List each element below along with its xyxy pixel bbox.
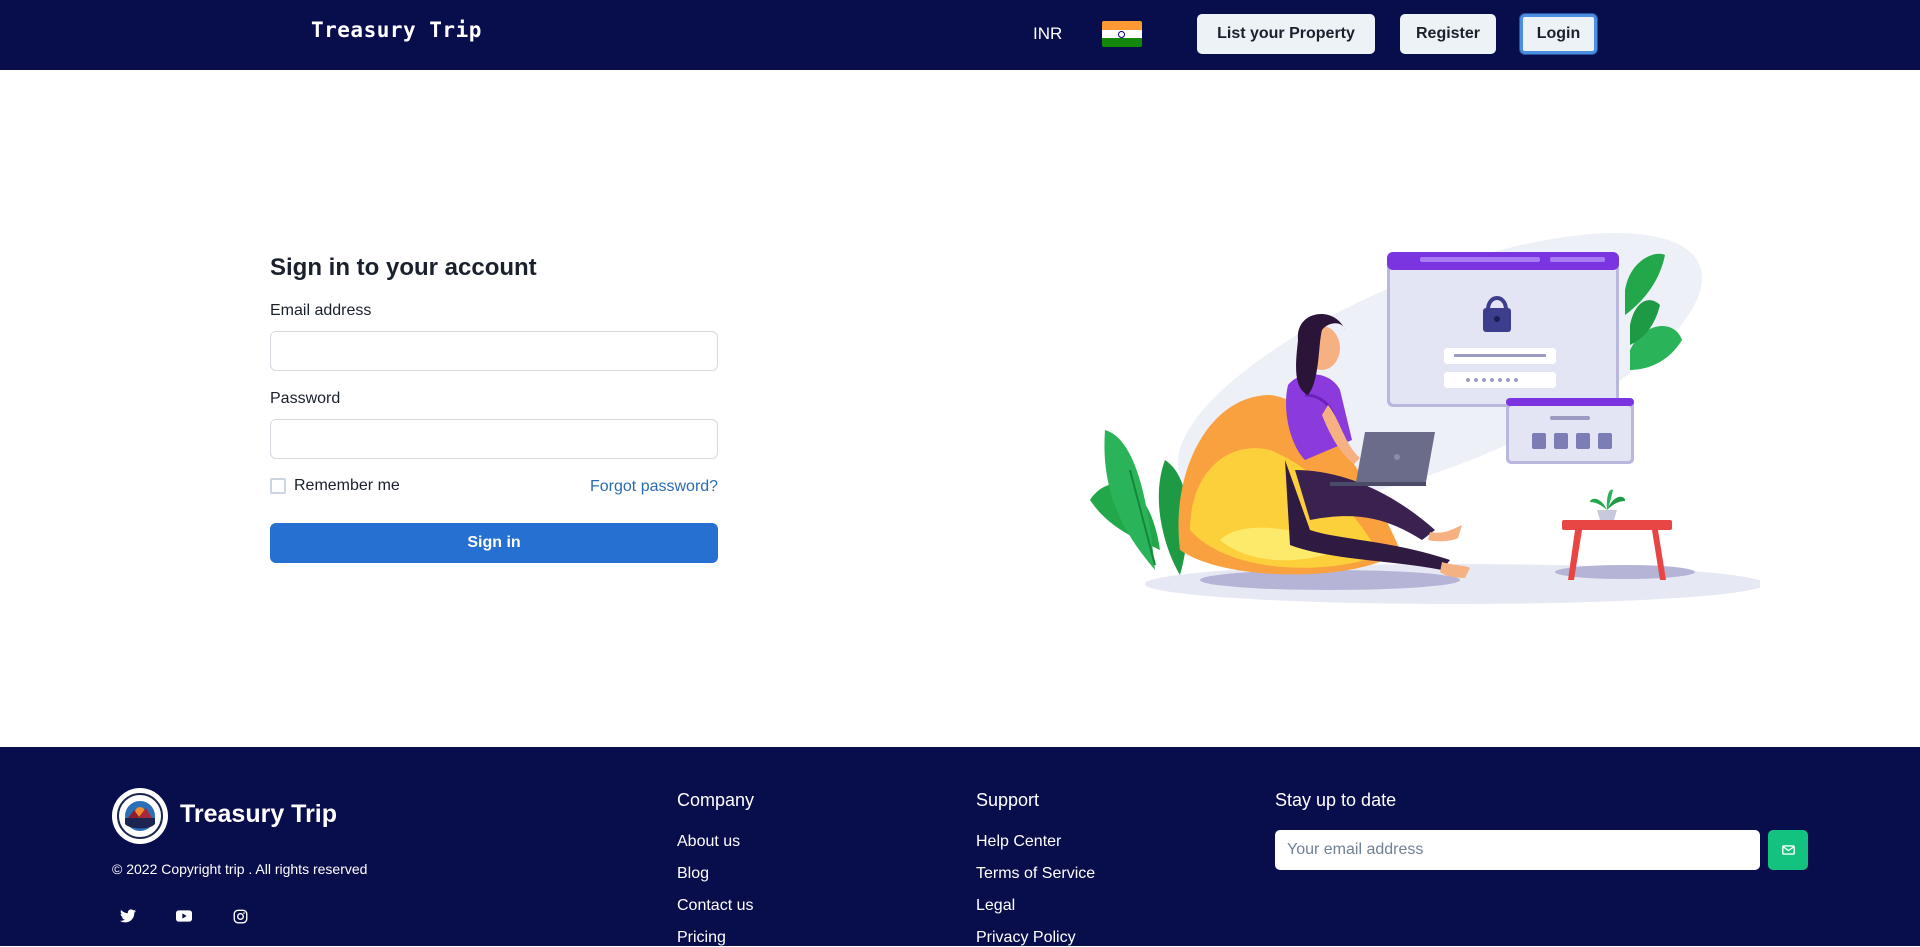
india-flag-icon[interactable] <box>1102 21 1142 47</box>
remember-me-checkbox[interactable]: Remember me <box>270 477 400 495</box>
login-button[interactable]: Login <box>1520 14 1597 54</box>
flag-chakra <box>1118 30 1125 38</box>
site-footer: Treasury Trip © 2022 Copyright trip . Al… <box>0 747 1920 946</box>
footer-link-pricing[interactable]: Pricing <box>677 929 726 947</box>
footer-link-help-center[interactable]: Help Center <box>976 833 1061 851</box>
twitter-glyph <box>120 909 136 923</box>
sign-in-button[interactable]: Sign in <box>270 523 718 563</box>
footer-company-heading: Company <box>677 790 755 810</box>
footer-link-blog[interactable]: Blog <box>677 865 709 883</box>
email-label: Email address <box>270 302 372 319</box>
brand-logo-text[interactable]: Treasury Trip <box>311 18 482 42</box>
forgot-password-link[interactable]: Forgot password? <box>590 478 718 496</box>
checkbox-box[interactable] <box>270 478 286 494</box>
currency-selector[interactable]: INR <box>1033 24 1062 44</box>
footer-support-heading: Support <box>976 790 1040 810</box>
footer-copyright: © 2022 Copyright trip . All rights reser… <box>112 861 368 877</box>
newsletter-submit-button[interactable] <box>1768 830 1808 870</box>
footer-link-privacy[interactable]: Privacy Policy <box>976 929 1076 947</box>
laptop-login-illustration <box>1090 233 1760 604</box>
newsletter-heading: Stay up to date <box>1275 790 1397 810</box>
twitter-icon[interactable] <box>112 900 144 932</box>
footer-logo[interactable] <box>112 788 168 844</box>
newsletter-email-input[interactable] <box>1275 830 1760 870</box>
signin-title: Sign in to your account <box>270 254 537 281</box>
footer-link-contact-us[interactable]: Contact us <box>677 897 753 915</box>
top-navbar: Treasury Trip INR List your Property Reg… <box>0 0 1920 70</box>
footer-logo-emblem <box>117 793 163 839</box>
instagram-icon[interactable] <box>224 900 256 932</box>
footer-brand: Treasury Trip <box>180 800 338 828</box>
password-label: Password <box>270 390 341 407</box>
flag-green-band <box>1102 38 1142 47</box>
mail-icon <box>1781 845 1795 855</box>
footer-link-terms[interactable]: Terms of Service <box>976 865 1095 883</box>
flag-saffron-band <box>1102 21 1142 30</box>
footer-link-about-us[interactable]: About us <box>677 833 740 851</box>
flag-white-band <box>1102 29 1142 39</box>
list-property-button[interactable]: List your Property <box>1197 14 1375 54</box>
footer-link-legal[interactable]: Legal <box>976 897 1015 915</box>
youtube-glyph <box>176 910 192 922</box>
register-button[interactable]: Register <box>1400 14 1496 54</box>
youtube-icon[interactable] <box>168 900 200 932</box>
password-field[interactable] <box>270 419 718 459</box>
email-field[interactable] <box>270 331 718 371</box>
remember-me-label: Remember me <box>294 477 400 494</box>
instagram-glyph <box>233 909 247 923</box>
